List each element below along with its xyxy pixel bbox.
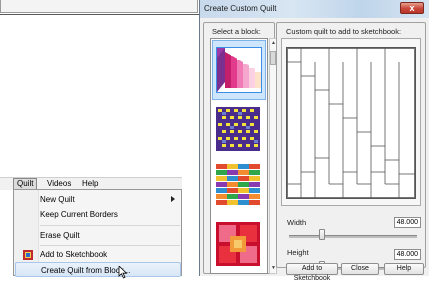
menu-item-keep-current-borders[interactable]: Keep Current Borders xyxy=(15,207,181,222)
select-block-label: Select a block: xyxy=(212,27,261,36)
quilt-dropdown-menu: New Quilt Keep Current Borders Erase Qui… xyxy=(13,189,182,279)
mouse-pointer-icon xyxy=(118,266,128,279)
menu-help[interactable]: Help xyxy=(79,179,101,189)
submenu-arrow-icon xyxy=(171,196,175,202)
close-button[interactable]: Close xyxy=(341,263,379,275)
background-toolbar-frame xyxy=(0,0,198,13)
custom-quilt-label: Custom quilt to add to sketchbook: xyxy=(286,27,402,36)
height-input[interactable]: 48.000 xyxy=(394,249,421,260)
close-window-button[interactable]: x xyxy=(400,2,424,14)
quilt-layout-icon xyxy=(287,48,415,198)
block-2-icon xyxy=(216,107,260,151)
quilt-preview-canvas[interactable] xyxy=(286,47,416,199)
block-4-icon xyxy=(216,222,260,266)
menu-item-new-quilt[interactable]: New Quilt xyxy=(15,192,181,207)
menu-item-add-to-sketchbook[interactable]: Add to Sketchbook xyxy=(15,247,181,262)
menu-item-erase-quilt-label: Erase Quilt xyxy=(40,231,80,240)
menu-item-erase-quilt[interactable]: Erase Quilt xyxy=(15,228,181,243)
block-3-icon xyxy=(216,164,260,208)
width-slider-track[interactable] xyxy=(289,235,417,238)
help-button[interactable]: Help xyxy=(384,263,424,275)
block-list[interactable] xyxy=(210,38,268,274)
menu-separator xyxy=(40,245,180,246)
dialog-title: Create Custom Quilt xyxy=(204,4,277,13)
dialog-titlebar[interactable]: Create Custom Quilt x xyxy=(200,0,429,18)
select-block-group: Select a block: ▲ ▼ xyxy=(203,22,277,274)
close-icon: x xyxy=(409,3,415,13)
block-thumbnail-2[interactable] xyxy=(216,107,262,153)
background-window-toolbar xyxy=(0,0,200,15)
block-thumbnail-4[interactable] xyxy=(216,222,262,268)
menu-item-keep-borders-label: Keep Current Borders xyxy=(40,210,118,219)
menu-item-add-sketchbook-label: Add to Sketchbook xyxy=(40,250,108,259)
width-label: Width xyxy=(287,218,307,227)
create-custom-quilt-dialog: Create Custom Quilt x Select a block: ▲ … xyxy=(199,0,429,282)
width-slider-thumb[interactable] xyxy=(319,229,325,240)
add-to-sketchbook-button[interactable]: Add to Sketchbook xyxy=(286,263,338,282)
menu-separator xyxy=(40,225,180,226)
width-input[interactable]: 48.000 xyxy=(394,217,421,228)
block-thumbnail-1[interactable] xyxy=(216,47,262,93)
dialog-client-area: Select a block: ▲ ▼ Custom quilt to add … xyxy=(200,18,429,282)
sketchbook-icon xyxy=(23,250,33,260)
custom-quilt-group: Custom quilt to add to sketchbook: Width… xyxy=(276,22,426,272)
height-label: Height xyxy=(287,248,309,257)
menu-item-new-quilt-label: New Quilt xyxy=(40,195,75,204)
menu-videos[interactable]: Videos xyxy=(44,179,74,189)
menu-item-create-quilt-from-block[interactable]: Create Quilt from Block... xyxy=(15,262,181,279)
block-thumbnail-3[interactable] xyxy=(216,164,262,210)
block-1-icon xyxy=(217,48,261,92)
